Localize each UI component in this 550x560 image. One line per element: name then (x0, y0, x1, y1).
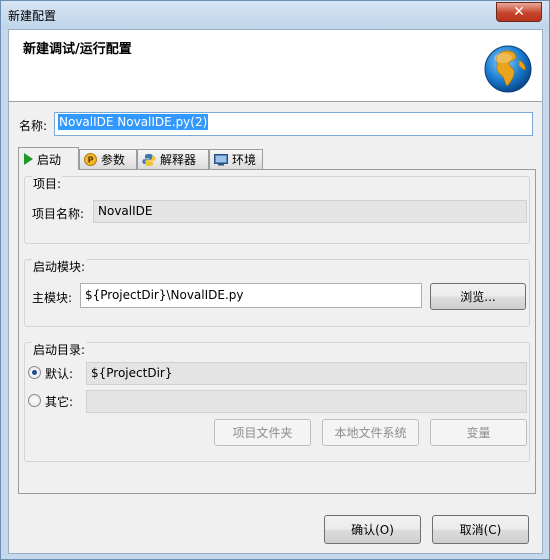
cancel-button[interactable]: 取消(C) (432, 515, 529, 544)
tab-environment[interactable]: 环境 (209, 149, 263, 169)
parameter-icon: P (84, 153, 97, 166)
tab-interpreter-label: 解释器 (160, 153, 197, 167)
name-input[interactable]: NovalIDE NovalIDE.py(2) (54, 112, 533, 136)
variables-button[interactable]: 变量 (430, 419, 527, 446)
title-bar[interactable]: 新建配置 ✕ (1, 1, 549, 29)
tab-arguments[interactable]: P 参数 (79, 149, 137, 169)
close-icon: ✕ (513, 4, 525, 20)
project-group: 项目: 项目名称: NovalIDE (24, 175, 530, 244)
module-group-label: 启动模块: (32, 258, 87, 275)
play-icon (24, 153, 33, 165)
dialog-window: 新建配置 ✕ 新建调试/运行配置 名称: NovalIDE NovalIDE.p… (0, 0, 550, 560)
project-folder-button[interactable]: 项目文件夹 (214, 419, 311, 446)
launch-tab-panel: 项目: 项目名称: NovalIDE 启动模块: 主模块: ${ProjectD… (18, 169, 536, 494)
module-group: 启动模块: 主模块: ${ProjectDir}\NovalIDE.py 浏览.… (24, 258, 530, 327)
header-banner: 新建调试/运行配置 (9, 30, 542, 102)
page-title: 新建调试/运行配置 (23, 42, 132, 57)
other-dir-radio[interactable] (28, 394, 41, 407)
dialog-client: 新建调试/运行配置 名称: NovalIDE NovalIDE.py(2) 启动… (8, 29, 543, 554)
close-button[interactable]: ✕ (496, 2, 542, 22)
main-module-input[interactable]: ${ProjectDir}\NovalIDE.py (80, 283, 422, 308)
project-group-label: 项目: (32, 175, 63, 192)
tab-launch-label: 启动 (37, 152, 62, 167)
window-title: 新建配置 (8, 9, 57, 23)
local-filesystem-button[interactable]: 本地文件系统 (322, 419, 419, 446)
environment-icon (214, 153, 228, 165)
default-dir-field: ${ProjectDir} (86, 362, 527, 385)
ok-button[interactable]: 确认(O) (324, 515, 421, 544)
python-icon (142, 153, 156, 166)
directory-group: 启动目录: 默认: ${ProjectDir} 其它: 项目文件夹 本地文件系统… (24, 341, 530, 462)
svg-text:P: P (88, 156, 94, 165)
other-dir-label: 其它: (45, 395, 74, 409)
tab-arguments-label: 参数 (101, 153, 126, 167)
tab-launch[interactable]: 启动 (18, 147, 79, 170)
default-dir-label: 默认: (45, 367, 74, 381)
name-input-value: NovalIDE NovalIDE.py(2) (58, 114, 209, 130)
main-module-label: 主模块: (32, 291, 73, 305)
other-dir-field (86, 390, 527, 413)
tab-environment-label: 环境 (232, 153, 257, 167)
browse-button[interactable]: 浏览... (430, 283, 526, 310)
project-name-label: 项目名称: (32, 207, 85, 221)
project-name-field: NovalIDE (93, 200, 527, 223)
globe-icon (484, 45, 532, 93)
tab-interpreter[interactable]: 解释器 (137, 149, 209, 169)
name-label: 名称: (19, 119, 48, 133)
directory-group-label: 启动目录: (32, 341, 87, 358)
default-dir-radio[interactable] (28, 366, 41, 379)
